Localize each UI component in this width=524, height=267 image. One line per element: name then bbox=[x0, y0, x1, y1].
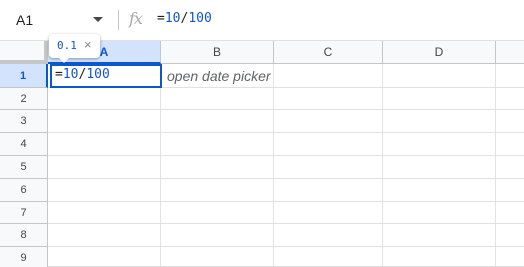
cell-c5[interactable] bbox=[274, 156, 383, 179]
column-header-e[interactable] bbox=[496, 41, 524, 64]
cell-b3[interactable] bbox=[161, 110, 274, 133]
cell-b7[interactable] bbox=[161, 202, 274, 224]
row-header-1[interactable]: 1 bbox=[0, 64, 48, 88]
formula-token-number: 10 bbox=[62, 67, 79, 82]
cell-a9[interactable] bbox=[48, 247, 161, 267]
formula-token-equals: = bbox=[55, 67, 63, 82]
cell-e8[interactable] bbox=[496, 224, 524, 247]
cell-d2[interactable] bbox=[383, 88, 496, 110]
cell-c7[interactable] bbox=[274, 202, 383, 224]
cell-c9[interactable] bbox=[274, 247, 383, 267]
cell-b4[interactable] bbox=[161, 133, 274, 156]
cell-a5[interactable] bbox=[48, 156, 161, 179]
cell-a4[interactable] bbox=[48, 133, 161, 156]
cell-e3[interactable] bbox=[496, 110, 524, 133]
cell-b9[interactable] bbox=[161, 247, 274, 267]
row-header-3[interactable]: 3 bbox=[0, 110, 48, 133]
cell-d9[interactable] bbox=[383, 247, 496, 267]
cell-e5[interactable] bbox=[496, 156, 524, 179]
chevron-down-icon[interactable] bbox=[93, 17, 103, 22]
cell-c6[interactable] bbox=[274, 179, 383, 202]
cell-a3[interactable] bbox=[48, 110, 161, 133]
column-header-d[interactable]: D bbox=[383, 41, 496, 64]
formula-token-equals: = bbox=[157, 11, 165, 26]
cell-d5[interactable] bbox=[383, 156, 496, 179]
cell-e7[interactable] bbox=[496, 202, 524, 224]
cell-d7[interactable] bbox=[383, 202, 496, 224]
formula-token-number: 10 bbox=[164, 11, 181, 26]
cell-a7[interactable] bbox=[48, 202, 161, 224]
fx-icon: fx bbox=[129, 9, 143, 28]
cell-e1[interactable] bbox=[496, 64, 524, 88]
cell-c4[interactable] bbox=[274, 133, 383, 156]
cell-c1[interactable] bbox=[274, 64, 383, 88]
tooltip-tail bbox=[59, 58, 69, 63]
column-header-b[interactable]: B bbox=[161, 41, 274, 64]
cell-c2[interactable] bbox=[274, 88, 383, 110]
cell-e4[interactable] bbox=[496, 133, 524, 156]
cell-a1-editor[interactable]: =10/100 bbox=[55, 67, 110, 82]
cell-c8[interactable] bbox=[274, 224, 383, 247]
row-header-7[interactable]: 7 bbox=[0, 202, 48, 224]
preview-value: 0.1 bbox=[57, 39, 77, 52]
select-all-corner[interactable] bbox=[0, 41, 48, 64]
cell-b2[interactable] bbox=[161, 88, 274, 110]
row-header-5[interactable]: 5 bbox=[0, 156, 48, 179]
cell-e6[interactable] bbox=[496, 179, 524, 202]
cell-d8[interactable] bbox=[383, 224, 496, 247]
formula-token-number: 100 bbox=[86, 67, 110, 82]
formula-preview-tooltip: 0.1 × bbox=[49, 34, 100, 58]
name-box-value[interactable]: A1 bbox=[16, 12, 33, 28]
row-header-6[interactable]: 6 bbox=[0, 179, 48, 202]
close-icon[interactable]: × bbox=[84, 37, 92, 52]
formula-input[interactable]: =10/100 bbox=[157, 11, 212, 26]
cell-b1[interactable]: open date picker bbox=[167, 68, 271, 84]
cell-b6[interactable] bbox=[161, 179, 274, 202]
cell-a6[interactable] bbox=[48, 179, 161, 202]
cell-d3[interactable] bbox=[383, 110, 496, 133]
column-header-c[interactable]: C bbox=[274, 41, 383, 64]
cell-b8[interactable] bbox=[161, 224, 274, 247]
cell-d1[interactable] bbox=[383, 64, 496, 88]
cell-e9[interactable] bbox=[496, 247, 524, 267]
cell-e2[interactable] bbox=[496, 88, 524, 110]
row-header-9[interactable]: 9 bbox=[0, 247, 48, 267]
row-header-8[interactable]: 8 bbox=[0, 224, 48, 247]
cell-c3[interactable] bbox=[274, 110, 383, 133]
formula-token-number: 100 bbox=[188, 11, 212, 26]
cell-d4[interactable] bbox=[383, 133, 496, 156]
divider bbox=[118, 10, 119, 30]
cell-b5[interactable] bbox=[161, 156, 274, 179]
row-header-2[interactable]: 2 bbox=[0, 88, 48, 110]
cell-a8[interactable] bbox=[48, 224, 161, 247]
cell-a2[interactable] bbox=[48, 88, 161, 110]
row-header-4[interactable]: 4 bbox=[0, 133, 48, 156]
cell-d6[interactable] bbox=[383, 179, 496, 202]
